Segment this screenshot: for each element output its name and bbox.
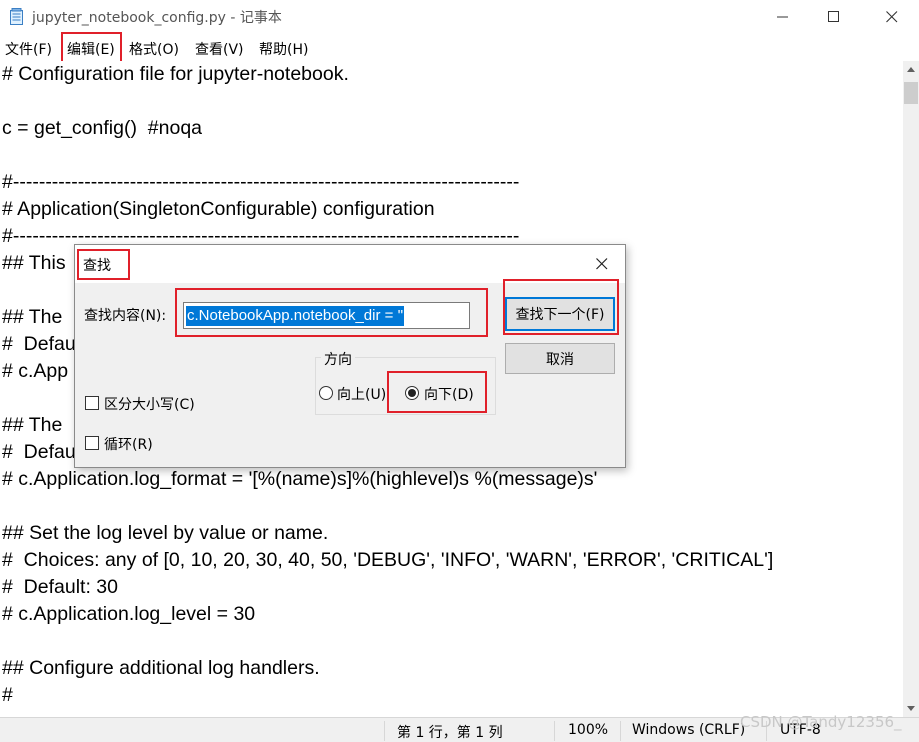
status-separator — [620, 721, 621, 741]
match-case-checkbox[interactable] — [85, 396, 99, 410]
status-separator — [384, 721, 385, 741]
menu-file[interactable]: 文件(F) — [5, 39, 52, 59]
editor-line: # Choices: any of [0, 10, 20, 30, 40, 50… — [2, 549, 774, 571]
editor-line: # Defau — [2, 333, 76, 355]
match-case-label[interactable]: 区分大小写(C) — [104, 394, 195, 414]
editor-line: ## Set the log level by value or name. — [2, 522, 329, 544]
wrap-around-checkbox[interactable] — [85, 436, 99, 450]
menu-view[interactable]: 查看(V) — [195, 39, 244, 59]
find-dialog: 查找 查找内容(N): c.NotebookApp.notebook_dir =… — [74, 244, 626, 468]
wrap-around-label[interactable]: 循环(R) — [104, 434, 153, 454]
vertical-scrollbar[interactable] — [903, 61, 919, 717]
status-line-ending: Windows (CRLF) — [632, 722, 746, 738]
editor-line: ## Configure additional log handlers. — [2, 657, 320, 679]
status-zoom: 100% — [568, 722, 609, 738]
direction-up-radio[interactable] — [319, 386, 333, 400]
editor-line: ## The — [2, 414, 63, 436]
direction-label: 方向 — [321, 349, 355, 369]
annotation-box-find-input — [175, 288, 488, 337]
find-what-label: 查找内容(N): — [84, 308, 167, 324]
editor-line: # c.App — [2, 360, 69, 382]
status-position: 第 1 行，第 1 列 — [397, 725, 503, 741]
editor-line: ## The — [2, 306, 63, 328]
status-separator — [554, 721, 555, 741]
close-icon — [596, 258, 608, 270]
editor-line: c = get_config() #noqa — [2, 117, 203, 139]
notepad-icon — [9, 8, 25, 26]
minimize-button[interactable] — [760, 0, 806, 34]
find-dialog-titlebar: 查找 — [75, 245, 625, 283]
direction-up-label[interactable]: 向上(U) — [337, 384, 386, 404]
window-title: jupyter_notebook_config.py - 记事本 — [32, 10, 282, 26]
editor-line: #---------------------------------------… — [2, 171, 520, 193]
editor-line: # — [2, 684, 13, 706]
editor-line: # Configuration file for jupyter-noteboo… — [2, 63, 349, 85]
title-bar: jupyter_notebook_config.py - 记事本 — [0, 0, 919, 34]
annotation-box-direction-down — [387, 371, 487, 413]
editor-line: # Application(SingletonConfigurable) con… — [2, 198, 435, 220]
close-button[interactable] — [869, 0, 915, 34]
editor-line: ## This — [2, 252, 66, 274]
find-dialog-close-button[interactable] — [591, 254, 613, 274]
scroll-up-arrow-icon[interactable] — [903, 61, 919, 78]
menu-help[interactable]: 帮助(H) — [259, 39, 308, 59]
menu-bar: 文件(F) 编辑(E) 格式(O) 查看(V) 帮助(H) — [0, 36, 919, 62]
minimize-icon — [777, 16, 788, 18]
watermark: CSDN @Tandy12356_ — [740, 713, 902, 731]
annotation-box-find-next — [503, 279, 619, 335]
maximize-button[interactable] — [811, 0, 857, 34]
close-icon — [886, 11, 898, 23]
editor-line: # c.Application.log_level = 30 — [2, 603, 256, 625]
cancel-button[interactable]: 取消 — [505, 343, 615, 374]
scrollbar-thumb[interactable] — [904, 82, 918, 104]
maximize-icon — [828, 11, 839, 22]
menu-format[interactable]: 格式(O) — [129, 39, 179, 59]
editor-line: # Default: 30 — [2, 576, 118, 598]
scroll-down-arrow-icon[interactable] — [903, 700, 919, 717]
editor-line: # c.Application.log_format = '[%(name)s]… — [2, 468, 598, 490]
editor-line: # Defau — [2, 441, 76, 463]
annotation-box-dialog-title — [77, 249, 130, 280]
